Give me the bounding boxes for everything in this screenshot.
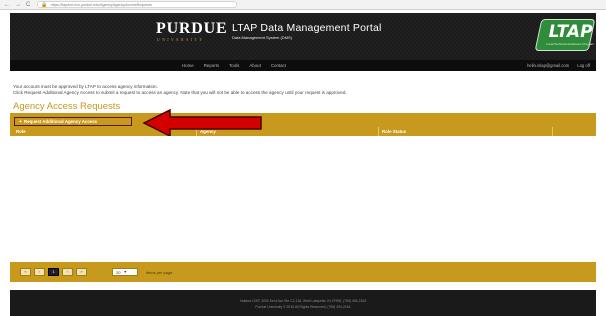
- purdue-logo[interactable]: PURDUE: [156, 20, 227, 38]
- page-size-value: 20: [116, 269, 121, 275]
- request-access-label: Request Additional Agency Access: [23, 119, 98, 124]
- site-header: PURDUE UNIVERSITY LTAP Data Management P…: [10, 13, 596, 60]
- column-divider: [552, 127, 553, 136]
- approval-message: Your account must be approved by LTAP to…: [13, 84, 158, 89]
- purdue-logo-subtext: UNIVERSITY: [157, 38, 205, 42]
- plus-icon: +: [19, 118, 22, 125]
- user-menu: hello.inlap@gmail.com Log off: [527, 60, 590, 71]
- chevron-down-icon: ▼: [123, 270, 128, 274]
- request-instructions: Click Request Additional Agency Access t…: [13, 90, 347, 95]
- column-header-role[interactable]: Role: [16, 129, 26, 134]
- reload-icon[interactable]: C: [26, 0, 30, 10]
- prev-page-button[interactable]: ‹: [34, 268, 45, 276]
- main-nav: Home Reports Tools About Contact hello.i…: [10, 60, 596, 71]
- nav-menu: Home Reports Tools About Contact: [182, 60, 286, 71]
- grid-pager: « ‹ 1 › » 20 ▼ items per page: [10, 262, 596, 282]
- footer-address: Indiana LTAP, 3000 Kent Ave Ste C2-118, …: [239, 299, 367, 303]
- forward-icon[interactable]: →: [15, 0, 21, 10]
- browser-toolbar: ← → C 🔒 https://ltapdmr.ecn.purdue.edu/A…: [0, 0, 606, 10]
- footer-copyright: Purdue University © 2016 All Rights Rese…: [255, 305, 351, 309]
- ltap-logo-subtext: Local Technical Assistance Program: [546, 42, 595, 46]
- nav-home[interactable]: Home: [182, 63, 194, 68]
- requests-grid-body: [10, 136, 596, 262]
- logout-link[interactable]: Log off: [577, 63, 590, 68]
- user-email[interactable]: hello.inlap@gmail.com: [527, 63, 569, 68]
- address-url: https://ltapdmr.ecn.purdue.edu/Agency/Ag…: [50, 2, 152, 7]
- nav-tools[interactable]: Tools: [229, 63, 239, 68]
- back-icon[interactable]: ←: [4, 0, 10, 10]
- ltap-logo[interactable]: LTAP Local Technical Assistance Program: [534, 19, 596, 51]
- last-page-button[interactable]: »: [76, 268, 87, 276]
- page-size-select[interactable]: 20 ▼: [112, 268, 138, 276]
- site-footer: Indiana LTAP, 3000 Kent Ave Ste C2-118, …: [10, 290, 596, 316]
- portal-subtitle: Data Management System (DMS): [232, 35, 293, 40]
- nav-contact[interactable]: Contact: [271, 63, 286, 68]
- items-per-page-label: items per page: [146, 270, 173, 275]
- first-page-button[interactable]: «: [20, 268, 31, 276]
- portal-title: LTAP Data Management Portal: [232, 22, 382, 34]
- lock-icon: 🔒: [41, 1, 48, 8]
- page-title: Agency Access Requests: [13, 101, 121, 112]
- address-bar[interactable]: 🔒 https://ltapdmr.ecn.purdue.edu/Agency/…: [37, 1, 238, 8]
- ltap-logo-text: LTAP: [548, 22, 593, 42]
- nav-reports[interactable]: Reports: [204, 63, 219, 68]
- page-spacer: [0, 282, 606, 290]
- column-divider: [378, 127, 379, 136]
- request-access-button[interactable]: + Request Additional Agency Access: [14, 117, 132, 126]
- red-arrow-annotation: [142, 108, 262, 138]
- nav-about[interactable]: About: [249, 63, 260, 68]
- page-1-button[interactable]: 1: [48, 268, 59, 276]
- next-page-button[interactable]: ›: [62, 268, 73, 276]
- column-header-role-status[interactable]: Role Status: [382, 129, 406, 134]
